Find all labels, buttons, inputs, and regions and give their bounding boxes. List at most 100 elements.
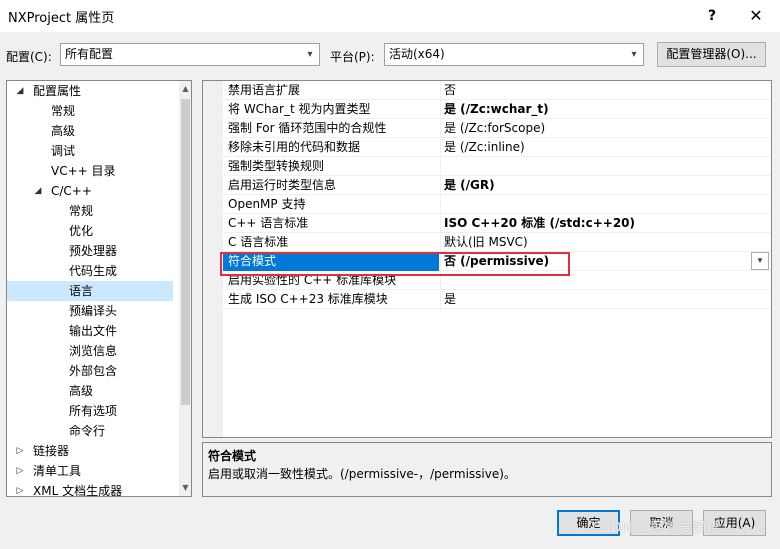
tree-item-label: XML 文档生成器	[33, 484, 123, 497]
tree-item[interactable]: 所有选项	[7, 401, 173, 421]
tree-item-label: 链接器	[33, 444, 70, 458]
tree-item[interactable]: 高级	[7, 381, 173, 401]
property-row[interactable]: 将 WChar_t 视为内置类型 是 (/Zc:wchar_t)	[203, 100, 771, 119]
scroll-up-icon[interactable]: ▲	[179, 81, 191, 97]
config-label: 配置(C):	[6, 50, 52, 64]
help-button[interactable]: ?	[690, 2, 734, 30]
close-button[interactable]: ✕	[734, 2, 778, 30]
tree-item[interactable]: 高级	[7, 121, 173, 141]
watermark: CSDN @阿曾爱静谧	[592, 520, 721, 536]
tree-item[interactable]: 浏览信息	[7, 341, 173, 361]
property-value[interactable]: ISO C++20 标准 (/std:c++20)	[440, 214, 770, 233]
platform-combo[interactable]: 活动(x64) ▾	[384, 43, 644, 66]
property-row[interactable]: 生成 ISO C++23 标准库模块 是	[203, 290, 771, 309]
property-value[interactable]: 是 (/Zc:inline)	[440, 138, 770, 157]
property-name: 禁用语言扩展	[228, 83, 301, 97]
property-value[interactable]: 是 (/Zc:wchar_t)	[440, 100, 770, 119]
tree-item[interactable]: 优化	[7, 221, 173, 241]
config-combo-value: 所有配置	[65, 47, 114, 61]
value-dropdown-chevron-icon[interactable]: ▾	[751, 252, 769, 270]
tree-item[interactable]: ▷ 链接器	[7, 441, 173, 461]
property-value[interactable]: 默认(旧 MSVC)	[440, 233, 770, 252]
property-value[interactable]: 是	[440, 290, 770, 309]
property-row[interactable]: OpenMP 支持	[203, 195, 771, 214]
collapse-caret-icon[interactable]: ◢	[33, 181, 43, 201]
window-title: NXProject 属性页	[8, 11, 115, 26]
property-name: 强制 For 循环范围中的合规性	[228, 121, 387, 135]
chevron-down-icon: ▾	[631, 49, 637, 60]
property-value[interactable]	[440, 157, 770, 176]
tree-item-label: 外部包含	[69, 364, 118, 378]
tree-item-label: 代码生成	[69, 264, 118, 278]
collapse-caret-icon[interactable]: ◢	[15, 81, 25, 101]
tree-item[interactable]: 常规	[7, 101, 173, 121]
tree-item[interactable]: VC++ 目录	[7, 161, 173, 181]
platform-label: 平台(P):	[330, 50, 375, 64]
description-title: 符合模式	[208, 449, 257, 463]
tree-item[interactable]: 输出文件	[7, 321, 173, 341]
tree-item-label: 所有选项	[69, 404, 118, 418]
tree-item-label: 预编译头	[69, 304, 118, 318]
property-value[interactable]: 是 (/GR)	[440, 176, 770, 195]
tree-item[interactable]: 代码生成	[7, 261, 173, 281]
tree-item-label: 输出文件	[69, 324, 118, 338]
config-combo[interactable]: 所有配置 ▾	[60, 43, 320, 66]
tree-item[interactable]: 命令行	[7, 421, 173, 441]
tree-item[interactable]: 外部包含	[7, 361, 173, 381]
tree-item-label: 调试	[51, 144, 76, 158]
tree-item[interactable]: ▷ 清单工具	[7, 461, 173, 481]
tree-item-label: 清单工具	[33, 464, 82, 478]
property-name: 移除未引用的代码和数据	[228, 140, 361, 154]
property-row[interactable]: C 语言标准 默认(旧 MSVC)	[203, 233, 771, 252]
tree-item-label: 常规	[51, 104, 76, 118]
property-row[interactable]: 强制 For 循环范围中的合规性 是 (/Zc:forScope)	[203, 119, 771, 138]
tree-item[interactable]: ◢ 配置属性	[7, 81, 173, 101]
chevron-down-icon: ▾	[307, 49, 313, 60]
property-name: C 语言标准	[228, 235, 289, 249]
tree-item[interactable]: 预处理器	[7, 241, 173, 261]
property-name: 强制类型转换规则	[228, 159, 325, 173]
property-pages-window: NXProject 属性页 ? ✕ 配置(C): 所有配置 ▾ 平台(P): 活…	[0, 0, 780, 549]
property-row[interactable]: 移除未引用的代码和数据 是 (/Zc:inline)	[203, 138, 771, 157]
property-value[interactable]	[440, 195, 770, 214]
scroll-thumb[interactable]	[181, 99, 190, 405]
property-row[interactable]: 禁用语言扩展 否	[203, 81, 771, 100]
tree-item-label: 高级	[51, 124, 76, 138]
property-name: 启用运行时类型信息	[228, 178, 337, 192]
config-manager-button[interactable]: 配置管理器(O)...	[657, 42, 766, 67]
scroll-down-icon[interactable]: ▼	[179, 480, 191, 496]
property-name: 生成 ISO C++23 标准库模块	[228, 292, 388, 306]
tree-item[interactable]: 预编译头	[7, 301, 173, 321]
tree-item-label: 高级	[69, 384, 94, 398]
tree-item-label: 配置属性	[33, 84, 82, 98]
tree-item-label: C/C++	[51, 184, 92, 198]
property-name: C++ 语言标准	[228, 216, 309, 230]
tree-item-label: 常规	[69, 204, 94, 218]
tree-item-label: 浏览信息	[69, 344, 118, 358]
tree-item-label: 语言	[69, 284, 94, 298]
property-value[interactable]: 否	[440, 81, 770, 100]
tree-item-label: VC++ 目录	[51, 164, 116, 178]
title-bar: NXProject 属性页 ? ✕	[0, 0, 780, 32]
tree-item-label: 优化	[69, 224, 94, 238]
expand-caret-icon[interactable]: ▷	[15, 441, 25, 461]
platform-combo-value: 活动(x64)	[389, 47, 445, 61]
property-row[interactable]: 强制类型转换规则	[203, 157, 771, 176]
expand-caret-icon[interactable]: ▷	[15, 481, 25, 496]
tree-scrollbar[interactable]: ▲ ▼	[179, 81, 191, 496]
tree-item[interactable]: 常规	[7, 201, 173, 221]
description-panel: 符合模式 启用或取消一致性模式。(/permissive-，/permissiv…	[202, 442, 772, 497]
property-row[interactable]: 启用运行时类型信息 是 (/GR)	[203, 176, 771, 195]
tree-item-label: 预处理器	[69, 244, 118, 258]
tree-item[interactable]: 调试	[7, 141, 173, 161]
tree-item[interactable]: ▷ XML 文档生成器	[7, 481, 173, 497]
tree-item[interactable]: ◢ C/C++	[7, 181, 173, 201]
tree-item[interactable]: 语言	[7, 281, 173, 301]
property-value[interactable]: 是 (/Zc:forScope)	[440, 119, 770, 138]
property-tree[interactable]: ◢ 配置属性 常规 高级 调试 VC++ 目录 ◢ C/C++ 常规 优化 预处理器 代码生成 语言 预编…	[6, 80, 192, 497]
property-row[interactable]: C++ 语言标准 ISO C++20 标准 (/std:c++20)	[203, 214, 771, 233]
highlight-annotation	[220, 252, 570, 276]
expand-caret-icon[interactable]: ▷	[15, 461, 25, 481]
property-name: OpenMP 支持	[228, 197, 306, 211]
description-text: 启用或取消一致性模式。(/permissive-，/permissive)。	[208, 467, 516, 481]
